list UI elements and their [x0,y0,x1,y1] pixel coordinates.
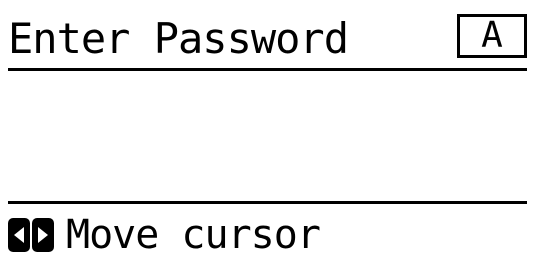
move-cursor-hint: Move cursor [66,212,321,258]
footer-hint-bar: Move cursor [8,210,527,260]
lcd-screen: Enter Password A Move cursor [0,0,535,266]
right-arrow-key-icon [32,218,54,252]
left-arrow-key-icon [8,218,30,252]
input-mode-indicator[interactable]: A [457,14,527,58]
header: Enter Password A [8,8,527,68]
password-input[interactable] [8,68,527,204]
page-title: Enter Password [8,14,349,63]
